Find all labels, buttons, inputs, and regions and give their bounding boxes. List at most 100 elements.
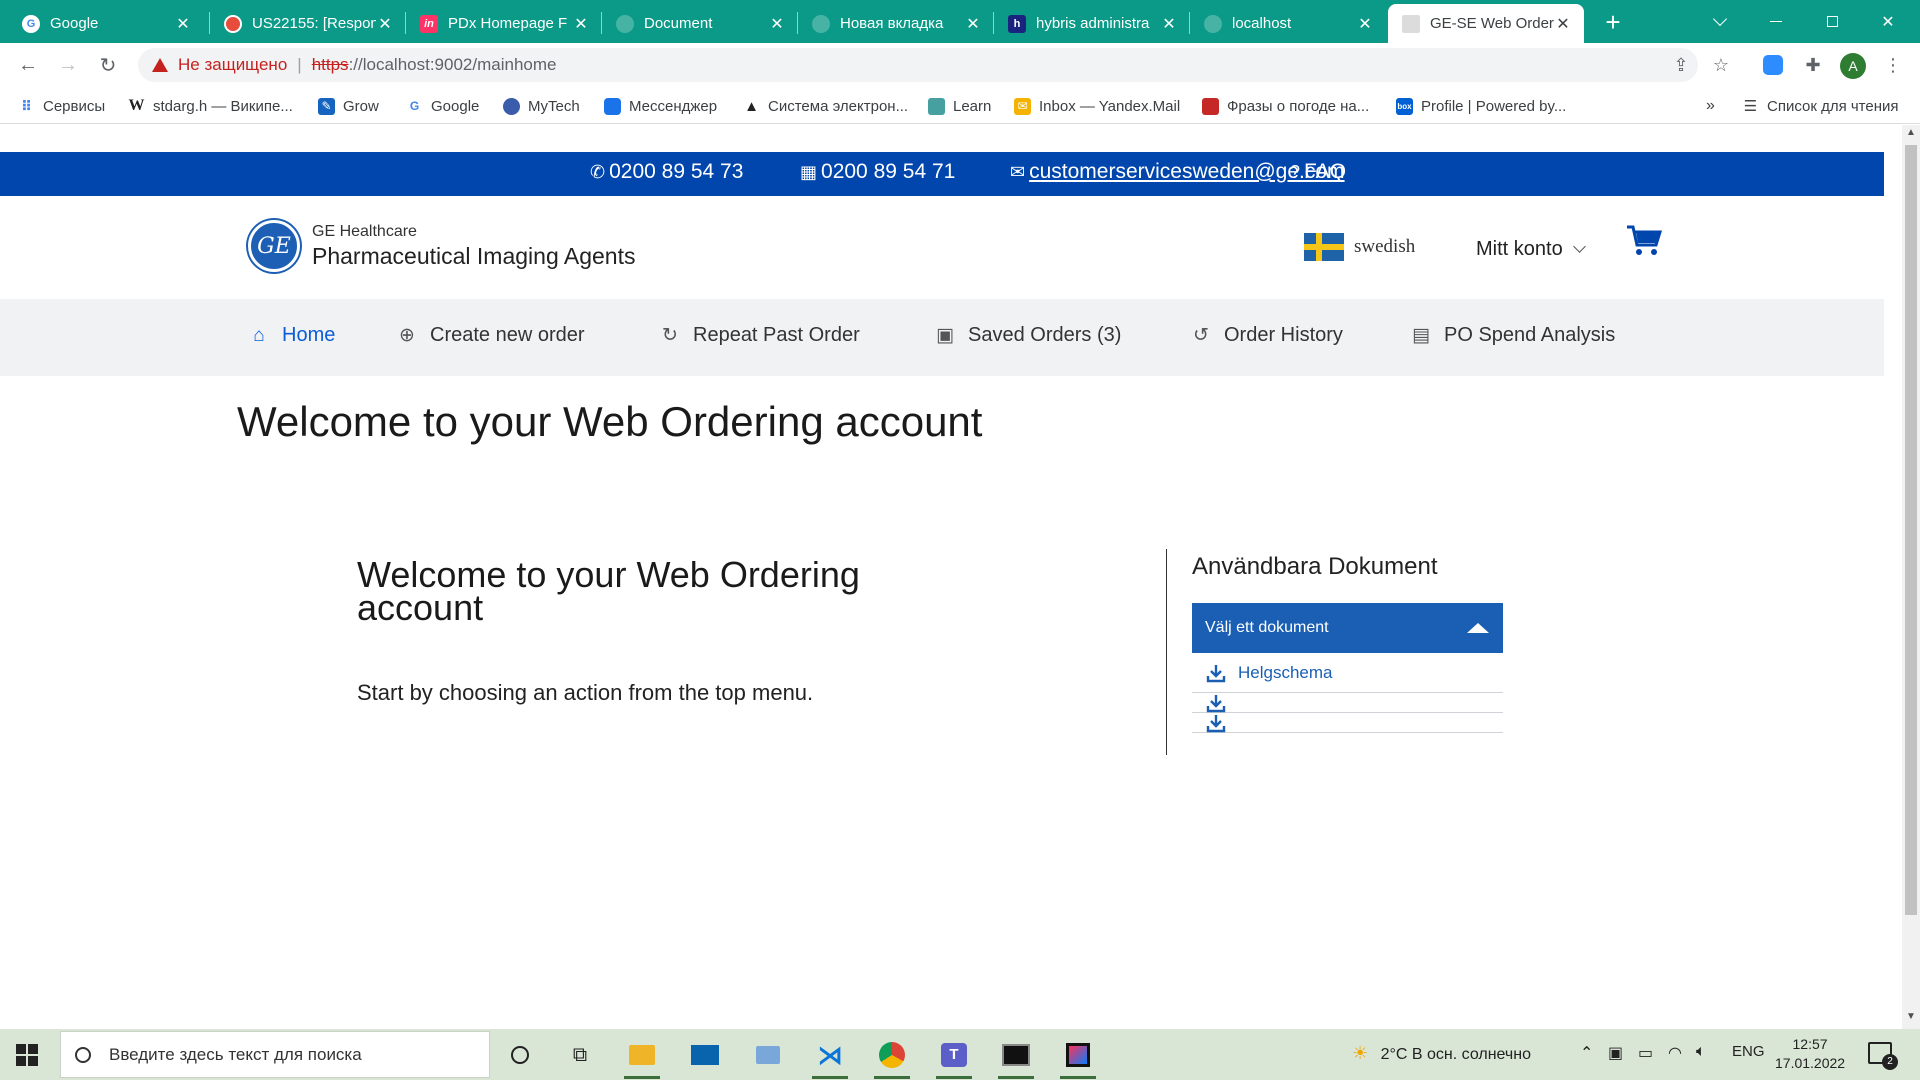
intellij-icon: [1066, 1043, 1090, 1067]
close-icon[interactable]: ✕: [964, 14, 982, 34]
share-button[interactable]: ⇪: [1668, 52, 1694, 78]
menu-button[interactable]: ⋮: [1880, 52, 1906, 78]
folder-icon: [629, 1045, 655, 1065]
cortana-button[interactable]: [498, 1035, 542, 1075]
nav-order-history[interactable]: ↺ Order History: [1190, 324, 1343, 347]
bookmark-label: Inbox — Yandex.Mail: [1039, 97, 1181, 115]
tab-google[interactable]: G Google ✕: [8, 4, 204, 43]
volume-indicator[interactable]: 🔈︎: [1696, 1043, 1706, 1061]
system-clock[interactable]: 12:57 17.01.2022: [1775, 1035, 1845, 1073]
bookmark-mytech[interactable]: MyTech: [503, 95, 580, 117]
bookmark-star-button[interactable]: ☆: [1708, 52, 1734, 78]
nav-create-new-order[interactable]: ⊕ Create new order: [396, 324, 585, 347]
tab-hybris-admin[interactable]: h hybris administra ✕: [994, 4, 1190, 43]
language-selector[interactable]: swedish: [1304, 233, 1415, 261]
battery-indicator[interactable]: ▭: [1638, 1043, 1653, 1063]
cart-icon[interactable]: [1626, 224, 1662, 258]
back-button[interactable]: ←: [14, 51, 42, 79]
close-icon[interactable]: ✕: [1554, 14, 1572, 34]
computer-icon: [756, 1046, 780, 1064]
tab-us22155[interactable]: US22155: [Respon ✕: [210, 4, 406, 43]
input-language[interactable]: ENG: [1732, 1043, 1765, 1060]
teams-icon: T: [941, 1043, 967, 1067]
nav-repeat-past-order[interactable]: ↻ Repeat Past Order: [659, 324, 860, 347]
restore-button[interactable]: [1804, 0, 1860, 43]
tab-localhost[interactable]: localhost ✕: [1190, 4, 1386, 43]
page-scrollbar[interactable]: ▲ ▼: [1902, 125, 1920, 1029]
google-icon: G: [22, 14, 40, 33]
bookmark-yandex-mail[interactable]: ✉ Inbox — Yandex.Mail: [1014, 95, 1180, 117]
tab-pdx-homepage[interactable]: in PDx Homepage F ✕: [406, 4, 602, 43]
close-icon[interactable]: ✕: [376, 14, 394, 34]
weather-widget[interactable]: ☀ 2°C В осн. солнечно: [1352, 1043, 1531, 1064]
account-menu[interactable]: Mitt konto: [1476, 238, 1586, 261]
extensions-button[interactable]: ✚: [1800, 52, 1826, 78]
bookmark-box-profile[interactable]: box Profile | Powered by...: [1396, 95, 1566, 117]
close-icon[interactable]: ✕: [1160, 14, 1178, 34]
bookmark-weather-phrases[interactable]: Фразы о погоде на...: [1202, 95, 1369, 117]
document-item-helgschema[interactable]: Helgschema: [1192, 653, 1503, 693]
bookmark-label: stdarg.h — Википе...: [153, 97, 293, 115]
close-icon[interactable]: ✕: [572, 14, 590, 34]
mail-app[interactable]: [683, 1035, 727, 1075]
nav-po-spend-analysis[interactable]: ▤ PO Spend Analysis: [1410, 324, 1615, 347]
close-window-button[interactable]: ✕: [1860, 0, 1916, 43]
tab-ge-se-web-order[interactable]: GE-SE Web Order ✕: [1388, 4, 1584, 43]
scroll-down-icon[interactable]: ▼: [1902, 1011, 1920, 1027]
reading-list-button[interactable]: ☰ Список для чтения: [1742, 95, 1899, 117]
security-status[interactable]: Не защищено: [178, 55, 287, 75]
vscode-app[interactable]: ⋊: [808, 1035, 852, 1079]
profile-avatar[interactable]: A: [1840, 53, 1866, 79]
network-indicator[interactable]: ◠: [1668, 1043, 1682, 1063]
bookmark-messenger[interactable]: Мессенджер: [604, 95, 717, 117]
windows-start-icon[interactable]: [16, 1044, 38, 1066]
tray-app-icon[interactable]: ▣: [1608, 1043, 1623, 1063]
scrollbar-thumb[interactable]: [1905, 145, 1917, 915]
close-icon[interactable]: ✕: [174, 14, 192, 34]
file-explorer-app[interactable]: [620, 1035, 664, 1079]
nav-home[interactable]: ⌂ Home: [248, 324, 335, 347]
tab-search-button[interactable]: [1692, 0, 1748, 43]
forward-button[interactable]: →: [54, 51, 82, 79]
fax-contact[interactable]: ▦ 0200 89 54 71: [800, 160, 955, 184]
bookmark-grow[interactable]: ✎ Grow: [318, 95, 379, 117]
bookmark-google[interactable]: G Google: [406, 95, 480, 117]
nav-saved-orders[interactable]: ▣ Saved Orders (3): [934, 324, 1121, 347]
intellij-app[interactable]: [1056, 1035, 1100, 1079]
bookmark-learn[interactable]: Learn: [928, 95, 991, 117]
bookmark-label: Google: [431, 97, 480, 115]
task-view-button[interactable]: ⧉: [558, 1035, 602, 1075]
notification-center-button[interactable]: 2: [1868, 1042, 1898, 1070]
faq-link[interactable]: ? FAQ: [1290, 160, 1346, 184]
brand-logo[interactable]: GE GE Healthcare Pharmaceutical Imaging …: [248, 220, 635, 272]
bookmark-services[interactable]: ⠿ Сервисы: [18, 95, 105, 117]
document-select[interactable]: Välj ett dokument: [1192, 603, 1503, 653]
puzzle-icon: ✚: [1805, 54, 1821, 75]
tray-overflow-button[interactable]: ⌃: [1580, 1043, 1593, 1063]
scroll-up-icon[interactable]: ▲: [1902, 127, 1920, 143]
close-icon[interactable]: ✕: [1356, 14, 1374, 34]
address-bar[interactable]: Не защищено | https ://localhost:9002/ma…: [138, 48, 1698, 82]
network-app[interactable]: [746, 1035, 790, 1075]
chrome-app[interactable]: [870, 1035, 914, 1079]
bookmark-education-system[interactable]: ▲ Система электрон...: [743, 95, 908, 117]
document-item[interactable]: [1192, 693, 1503, 713]
box-icon: box: [1396, 97, 1413, 115]
terminal-app[interactable]: [994, 1035, 1038, 1079]
minimize-button[interactable]: [1748, 0, 1804, 43]
close-icon[interactable]: ✕: [768, 14, 786, 34]
zoom-extension-button[interactable]: [1760, 52, 1786, 78]
bookmarks-overflow-button[interactable]: »: [1706, 95, 1715, 117]
phone-contact[interactable]: ✆ 0200 89 54 73: [590, 160, 743, 184]
teams-app[interactable]: T: [932, 1035, 976, 1079]
reload-button[interactable]: ↻: [94, 51, 122, 79]
tab-title: localhost: [1232, 15, 1292, 32]
plus-circle-icon: ⊕: [399, 325, 415, 346]
new-tab-button[interactable]: +: [1598, 8, 1628, 38]
tab-document[interactable]: Document ✕: [602, 4, 798, 43]
taskbar-search-input[interactable]: Введите здесь текст для поиска: [60, 1031, 490, 1078]
document-item[interactable]: [1192, 713, 1503, 733]
nav-label: Repeat Past Order: [693, 324, 860, 346]
tab-new-tab[interactable]: Новая вкладка ✕: [798, 4, 994, 43]
bookmark-stdarg[interactable]: W stdarg.h — Википе...: [128, 95, 293, 117]
